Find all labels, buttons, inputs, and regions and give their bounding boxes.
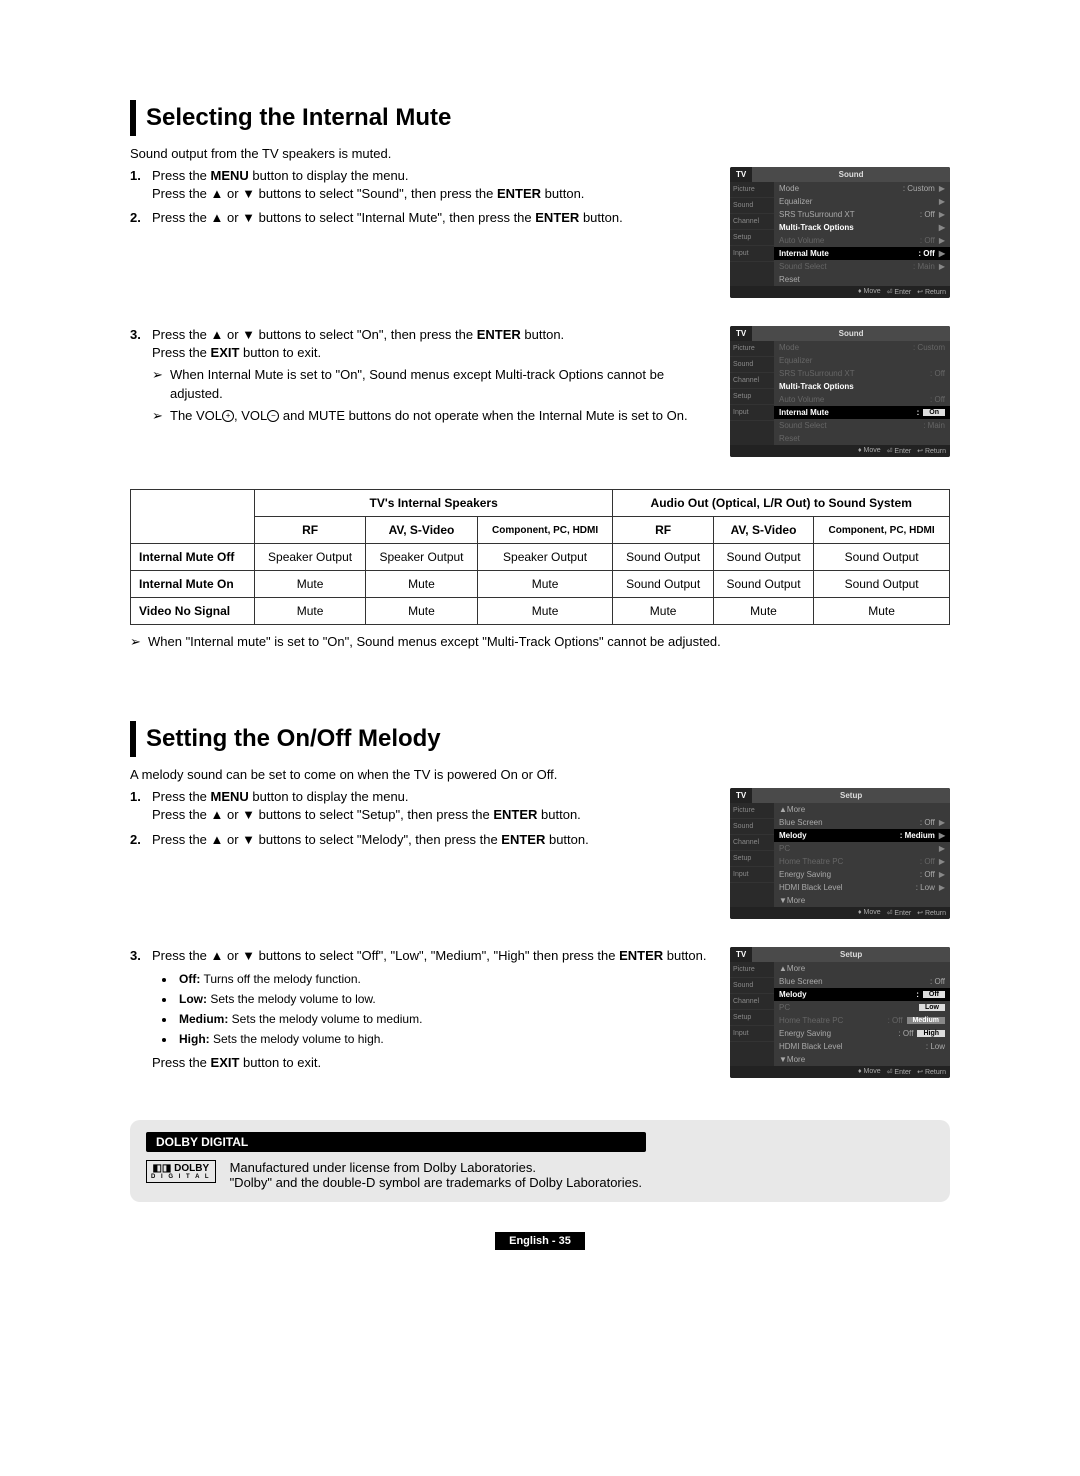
sub-header: AV, S-Video (713, 517, 813, 544)
s1-note1: When Internal Mute is set to "On", Sound… (152, 366, 718, 402)
s2-step3: Press the ▲ or ▼ buttons to select "Off"… (130, 947, 718, 1072)
osd-sound-2: TVSoundPictureSoundChannelSetupInputMode… (730, 326, 950, 457)
s1-step2: Press the ▲ or ▼ buttons to select "Inte… (130, 209, 718, 227)
table-row: Video No SignalMuteMuteMuteMuteMuteMute (131, 598, 950, 625)
intro-2: A melody sound can be set to come on whe… (130, 767, 950, 782)
s1-step3: Press the ▲ or ▼ buttons to select "On",… (130, 326, 718, 425)
s1-step1a: Press the MENU button to display the men… (152, 168, 409, 183)
dolby-logo: ◧◨ DOLBY D I G I T A L (146, 1160, 216, 1183)
section-title-2: Setting the On/Off Melody (130, 721, 950, 757)
th-audioout: Audio Out (Optical, L/R Out) to Sound Sy… (613, 490, 950, 517)
bullet-item: Medium: Sets the melody volume to medium… (162, 1011, 718, 1028)
dolby-box: DOLBY DIGITAL ◧◨ DOLBY D I G I T A L Man… (130, 1120, 950, 1202)
osd-setup-2: TVSetupPictureSoundChannelSetupInput▲Mor… (730, 947, 950, 1078)
s1-step3b: Press the EXIT button to exit. (152, 345, 321, 360)
dolby-line1: Manufactured under license from Dolby La… (230, 1160, 642, 1175)
intro-1: Sound output from the TV speakers is mut… (130, 146, 950, 161)
th-internal: TV's Internal Speakers (254, 490, 613, 517)
sub-header: Component, PC, HDMI (814, 517, 950, 544)
s1-step1: Press the MENU button to display the men… (130, 167, 718, 203)
s1-step3a: Press the ▲ or ▼ buttons to select "On",… (152, 327, 564, 342)
sub-header: Component, PC, HDMI (477, 517, 613, 544)
table-row: Internal Mute OnMuteMuteMuteSound Output… (131, 571, 950, 598)
sub-header: AV, S-Video (366, 517, 477, 544)
s2-step1: Press the MENU button to display the men… (130, 788, 718, 824)
s1-note2: The VOL+, VOL− and MUTE buttons do not o… (152, 407, 718, 425)
dolby-pill: DOLBY DIGITAL (146, 1132, 646, 1152)
osd-sound-1: TVSoundPictureSoundChannelSetupInputMode… (730, 167, 950, 298)
section-title-1: Selecting the Internal Mute (130, 100, 950, 136)
s2-step2: Press the ▲ or ▼ buttons to select "Melo… (130, 831, 718, 849)
table-note: When "Internal mute" is set to "On", Sou… (130, 633, 950, 651)
dolby-line2: "Dolby" and the double-D symbol are trad… (230, 1175, 642, 1190)
bullet-item: High: Sets the melody volume to high. (162, 1031, 718, 1048)
s1-step1b: Press the ▲ or ▼ buttons to select "Soun… (152, 186, 584, 201)
mute-table: TV's Internal Speakers Audio Out (Optica… (130, 489, 950, 625)
sub-header: RF (613, 517, 713, 544)
table-row: Internal Mute OffSpeaker OutputSpeaker O… (131, 544, 950, 571)
osd-setup-1: TVSetupPictureSoundChannelSetupInput▲Mor… (730, 788, 950, 919)
bullet-item: Low: Sets the melody volume to low. (162, 991, 718, 1008)
bullet-item: Off: Turns off the melody function. (162, 971, 718, 988)
page-number: English - 35 (495, 1232, 585, 1250)
sub-header: RF (254, 517, 365, 544)
